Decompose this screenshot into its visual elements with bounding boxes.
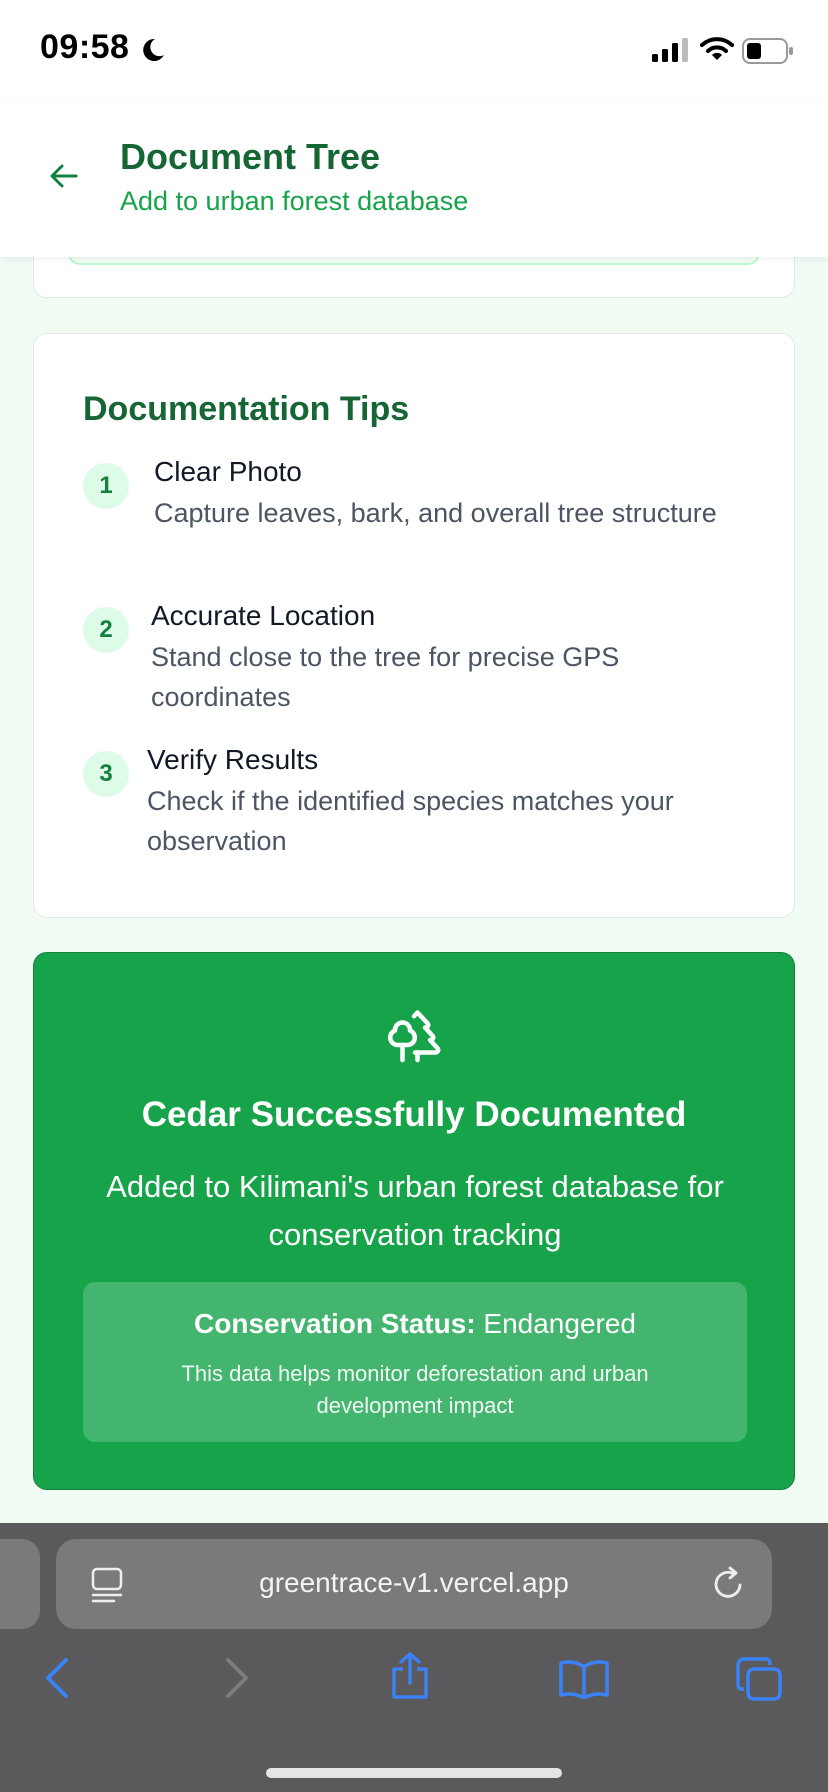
documentation-tips-card: Documentation Tips 1 Clear Photo Capture… bbox=[33, 333, 795, 918]
back-arrow-icon[interactable] bbox=[46, 158, 82, 194]
browser-toolbar: greentrace-v1.vercel.app bbox=[0, 1523, 828, 1792]
tip-title: Accurate Location bbox=[151, 600, 376, 631]
page-title: Document Tree bbox=[120, 136, 381, 177]
tip-description: Capture leaves, bark, and overall tree s… bbox=[154, 498, 717, 528]
conservation-status-label: Conservation Status: bbox=[194, 1308, 476, 1339]
bookmarks-icon[interactable] bbox=[558, 1659, 610, 1699]
tip-title: Clear Photo bbox=[154, 456, 302, 487]
tip-number-badge: 2 bbox=[83, 607, 129, 653]
address-bar[interactable]: greentrace-v1.vercel.app bbox=[56, 1539, 772, 1629]
conservation-status-value: Endangered bbox=[483, 1308, 636, 1339]
battery-icon bbox=[742, 38, 793, 64]
conservation-status-box: Conservation Status: Endangered This dat… bbox=[83, 1282, 747, 1442]
success-title: Cedar Successfully Documented bbox=[141, 1095, 687, 1134]
trees-icon bbox=[387, 1010, 441, 1063]
signal-icon bbox=[652, 38, 688, 62]
success-description: Added to Kilimani's urban forest databas… bbox=[106, 1169, 724, 1252]
page-subtitle: Add to urban forest database bbox=[120, 186, 469, 216]
url-text[interactable]: greentrace-v1.vercel.app bbox=[56, 1567, 772, 1599]
app-header: Document Tree Add to urban forest databa… bbox=[0, 100, 828, 257]
tip-description: Stand close to the tree for precise GPS … bbox=[151, 642, 620, 712]
reload-icon[interactable] bbox=[710, 1565, 746, 1603]
tip-number-badge: 3 bbox=[83, 751, 129, 797]
previous-tab-stub[interactable] bbox=[0, 1539, 40, 1629]
tip-number-badge: 1 bbox=[83, 463, 129, 509]
tips-title: Documentation Tips bbox=[83, 390, 410, 428]
home-indicator[interactable] bbox=[266, 1768, 562, 1778]
success-card: Cedar Successfully Documented Added to K… bbox=[33, 952, 795, 1490]
tip-title: Verify Results bbox=[147, 744, 319, 775]
back-icon[interactable] bbox=[42, 1656, 72, 1700]
status-time: 09:58 bbox=[40, 28, 130, 66]
conservation-status-line: Conservation Status: Endangered bbox=[83, 1308, 747, 1340]
share-icon[interactable] bbox=[388, 1651, 432, 1701]
tabs-icon[interactable] bbox=[736, 1657, 784, 1703]
conservation-note: This data helps monitor deforestation an… bbox=[181, 1361, 649, 1418]
wifi-icon bbox=[700, 37, 734, 60]
moon-icon bbox=[143, 38, 164, 61]
status-bar: 09:58 bbox=[0, 0, 828, 100]
forward-icon[interactable] bbox=[222, 1656, 252, 1700]
tip-description: Check if the identified species matches … bbox=[147, 786, 674, 856]
